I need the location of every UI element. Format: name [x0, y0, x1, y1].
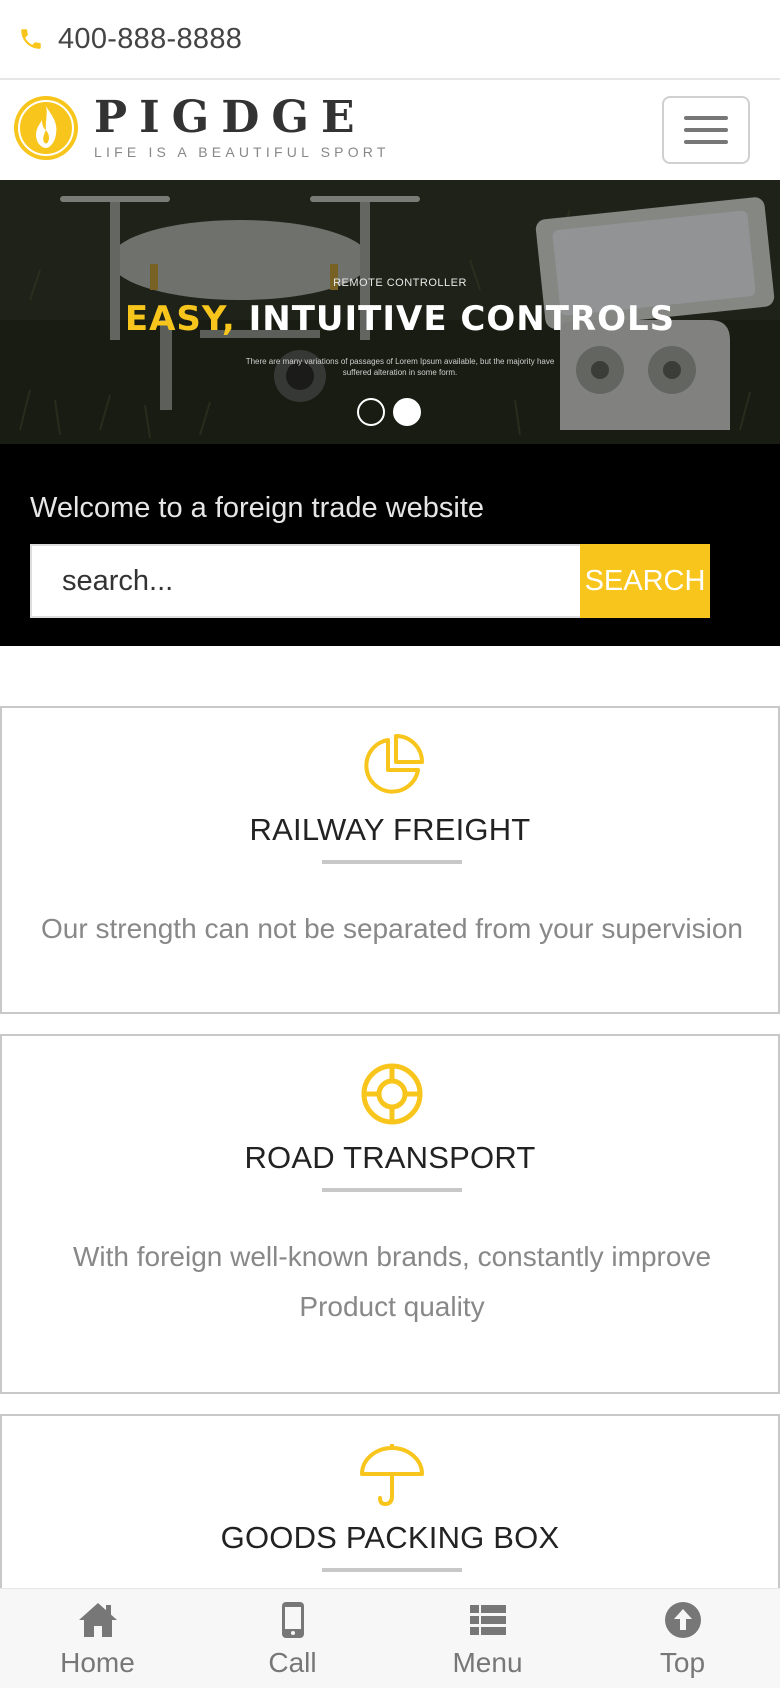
nav-call[interactable]: Call [195, 1589, 390, 1688]
logo-slogan: LIFE IS A BEAUTIFUL SPORT [94, 144, 390, 160]
site-header: PIGDGE LIFE IS A BEAUTIFUL SPORT [0, 80, 780, 180]
bottom-navigation: Home Call Menu Top [0, 1588, 780, 1688]
nav-label: Call [268, 1647, 317, 1678]
umbrella-icon [360, 1444, 424, 1507]
nav-top[interactable]: Top [585, 1589, 780, 1688]
flame-logo-icon [14, 96, 78, 160]
nav-label: Menu [452, 1647, 523, 1678]
search-input[interactable]: search... [30, 544, 582, 618]
card-divider [322, 860, 462, 864]
logo-name: PIGDGE [94, 92, 367, 143]
arrow-up-circle-icon [664, 1602, 701, 1638]
hero-kicker: REMOTE CONTROLLER [333, 277, 467, 289]
nav-menu[interactable]: Menu [390, 1589, 585, 1688]
list-icon [469, 1605, 506, 1635]
hero-banner[interactable]: REMOTE CONTROLLER EASY, INTUITIVE CONTRO… [0, 180, 780, 444]
carousel-dot-1[interactable] [357, 398, 385, 426]
top-contact-bar: 400-888-8888 [0, 0, 780, 80]
hamburger-menu-button[interactable] [662, 96, 750, 164]
pie-chart-icon [364, 734, 424, 794]
nav-home[interactable]: Home [0, 1589, 195, 1688]
phone-number[interactable]: 400-888-8888 [58, 23, 242, 56]
card-divider [322, 1188, 462, 1192]
welcome-text: Welcome to a foreign trade website [30, 492, 485, 524]
nav-label: Top [659, 1647, 706, 1678]
hero-title-accent: EASY, [124, 299, 236, 339]
card-title: GOODS PACKING BOX [220, 1520, 560, 1555]
card-title: RAILWAY FREIGHT [249, 812, 531, 847]
hero-title: EASY, INTUITIVE CONTROLS [0, 299, 780, 339]
card-text: With foreign well-known brands, constant… [72, 1241, 712, 1322]
card-divider [322, 1568, 462, 1572]
search-button[interactable]: SEARCH [580, 544, 710, 618]
phone-icon [21, 29, 41, 49]
service-card-railway[interactable]: RAILWAY FREIGHT Our strength can not be … [0, 706, 780, 1014]
card-title: ROAD TRANSPORT [244, 1140, 536, 1175]
hamburger-icon [684, 116, 728, 120]
hero-title-rest: INTUITIVE CONTROLS [248, 299, 676, 339]
card-text: Our strength can not be separated from y… [41, 913, 743, 944]
carousel-dots [357, 398, 421, 426]
mobile-phone-icon [281, 1602, 304, 1638]
home-icon [78, 1603, 117, 1637]
hero-description: There are many variations of passages of… [245, 357, 555, 377]
lifebuoy-icon [361, 1063, 423, 1125]
search-section: Welcome to a foreign trade website searc… [0, 444, 780, 646]
nav-label: Home [60, 1647, 135, 1678]
site-logo[interactable]: PIGDGE LIFE IS A BEAUTIFUL SPORT [12, 94, 390, 162]
carousel-dot-2[interactable] [393, 398, 421, 426]
service-card-road[interactable]: ROAD TRANSPORT With foreign well-known b… [0, 1034, 780, 1394]
